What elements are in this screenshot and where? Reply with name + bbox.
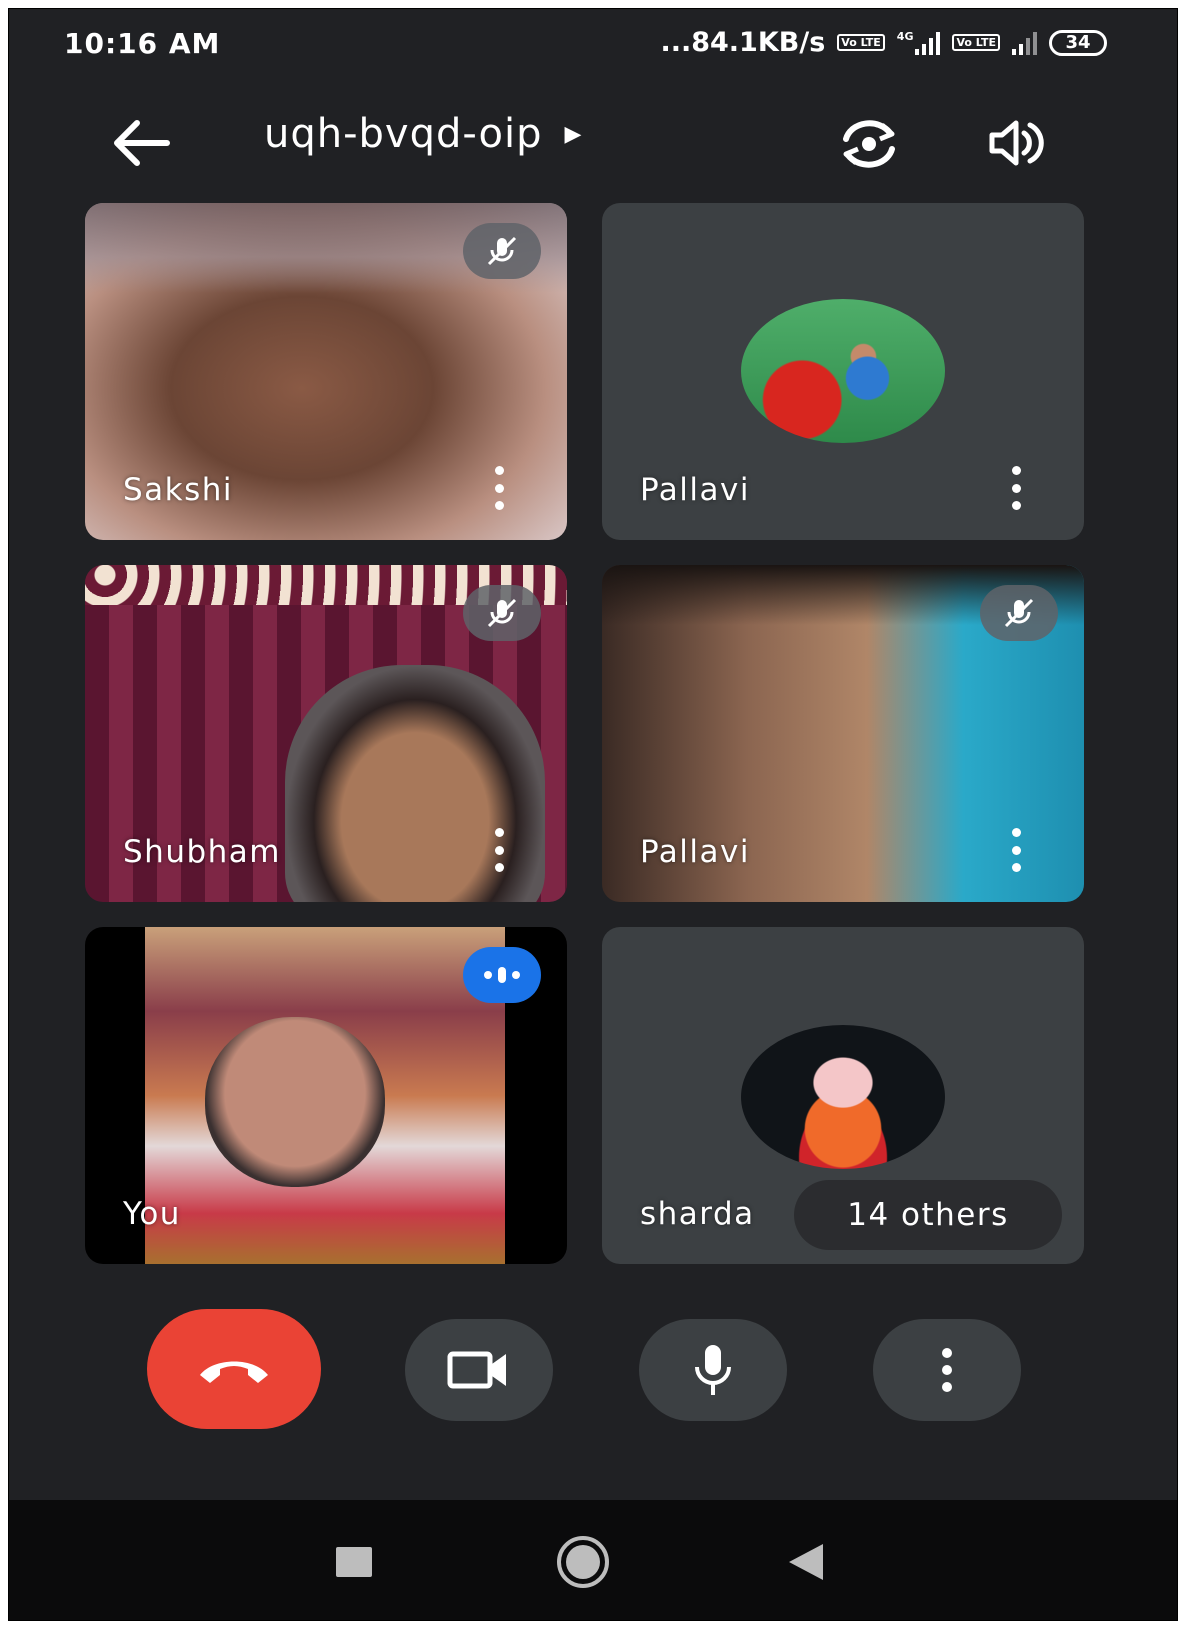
audio-level-icon	[484, 967, 520, 983]
speaker-icon	[989, 120, 1044, 166]
recents-button[interactable]	[336, 1547, 372, 1577]
status-bar: 10:16 AM ...84.1KB/s Vo LTE 4G Vo LTE 34	[9, 9, 1177, 87]
signal-icon	[1012, 31, 1037, 55]
network-type-label: 4G	[896, 29, 914, 43]
kebab-icon	[1011, 828, 1021, 837]
arrow-left-icon	[114, 120, 170, 166]
participant-name: You	[123, 1196, 181, 1232]
volte-icon: Vo LTE	[837, 34, 885, 51]
more-options-button[interactable]	[1008, 466, 1024, 510]
mic-off-icon	[487, 598, 517, 628]
phone-hangup-icon	[200, 1361, 268, 1383]
back-button[interactable]	[109, 117, 173, 169]
speaking-indicator	[463, 947, 541, 1003]
more-options-button[interactable]	[491, 828, 507, 872]
end-call-button[interactable]	[147, 1309, 321, 1429]
kebab-icon	[494, 466, 504, 475]
mic-off-icon	[1004, 598, 1034, 628]
participant-tile-shubham[interactable]: Shubham	[85, 565, 567, 902]
participant-tile-others[interactable]: sharda 14 others	[602, 927, 1084, 1264]
meeting-title-button[interactable]: uqh-bvqd-oip ▶	[264, 111, 581, 157]
switch-camera-button[interactable]	[834, 109, 904, 179]
more-options-menu-button[interactable]	[873, 1319, 1021, 1421]
home-icon	[566, 1545, 600, 1579]
network-speed: ...84.1KB/s	[660, 27, 826, 58]
participant-tile-pallavi-video[interactable]: Pallavi	[602, 565, 1084, 902]
meeting-header: uqh-bvqd-oip ▶	[9, 99, 1177, 189]
participant-tile-you[interactable]: You	[85, 927, 567, 1264]
mic-off-badge	[980, 585, 1058, 641]
participant-name: Shubham	[123, 834, 281, 870]
participant-tile-pallavi-avatar[interactable]: Pallavi	[602, 203, 1084, 540]
caret-right-icon: ▶	[564, 121, 582, 147]
more-options-button[interactable]	[1008, 828, 1024, 872]
signal-4g-icon: 4G	[897, 31, 941, 55]
participant-tile-sakshi[interactable]: Sakshi	[85, 203, 567, 540]
person-shape	[205, 1017, 385, 1187]
audio-output-button[interactable]	[984, 113, 1048, 173]
home-button[interactable]	[557, 1536, 609, 1588]
kebab-icon	[942, 1348, 952, 1392]
status-time: 10:16 AM	[64, 27, 221, 60]
mic-off-icon	[487, 236, 517, 266]
mic-off-badge	[463, 585, 541, 641]
participant-name: sharda	[640, 1196, 755, 1232]
others-count-chip[interactable]: 14 others	[794, 1180, 1062, 1250]
mic-toggle-button[interactable]	[639, 1319, 787, 1421]
participant-name: Pallavi	[640, 472, 750, 508]
call-controls	[9, 1309, 1177, 1439]
status-icons: ...84.1KB/s Vo LTE 4G Vo LTE 34	[660, 27, 1107, 58]
kebab-icon	[494, 828, 504, 837]
volte-icon-2: Vo LTE	[952, 34, 1000, 51]
video-camera-icon	[447, 1351, 506, 1389]
participant-name: Pallavi	[640, 834, 750, 870]
meeting-code: uqh-bvqd-oip	[264, 111, 543, 157]
battery-icon: 34	[1049, 29, 1107, 56]
switch-camera-icon	[843, 120, 895, 168]
kebab-icon	[1011, 466, 1021, 475]
mic-off-badge	[463, 223, 541, 279]
camera-toggle-button[interactable]	[405, 1319, 553, 1421]
microphone-icon	[695, 1345, 731, 1395]
phone-screen: 10:16 AM ...84.1KB/s Vo LTE 4G Vo LTE 34…	[8, 8, 1178, 1621]
system-navigation-bar	[9, 1500, 1177, 1620]
avatar	[741, 299, 945, 443]
system-back-button[interactable]	[789, 1544, 823, 1580]
more-options-button[interactable]	[491, 466, 507, 510]
participant-name: Sakshi	[123, 472, 234, 508]
avatar	[741, 1025, 945, 1169]
